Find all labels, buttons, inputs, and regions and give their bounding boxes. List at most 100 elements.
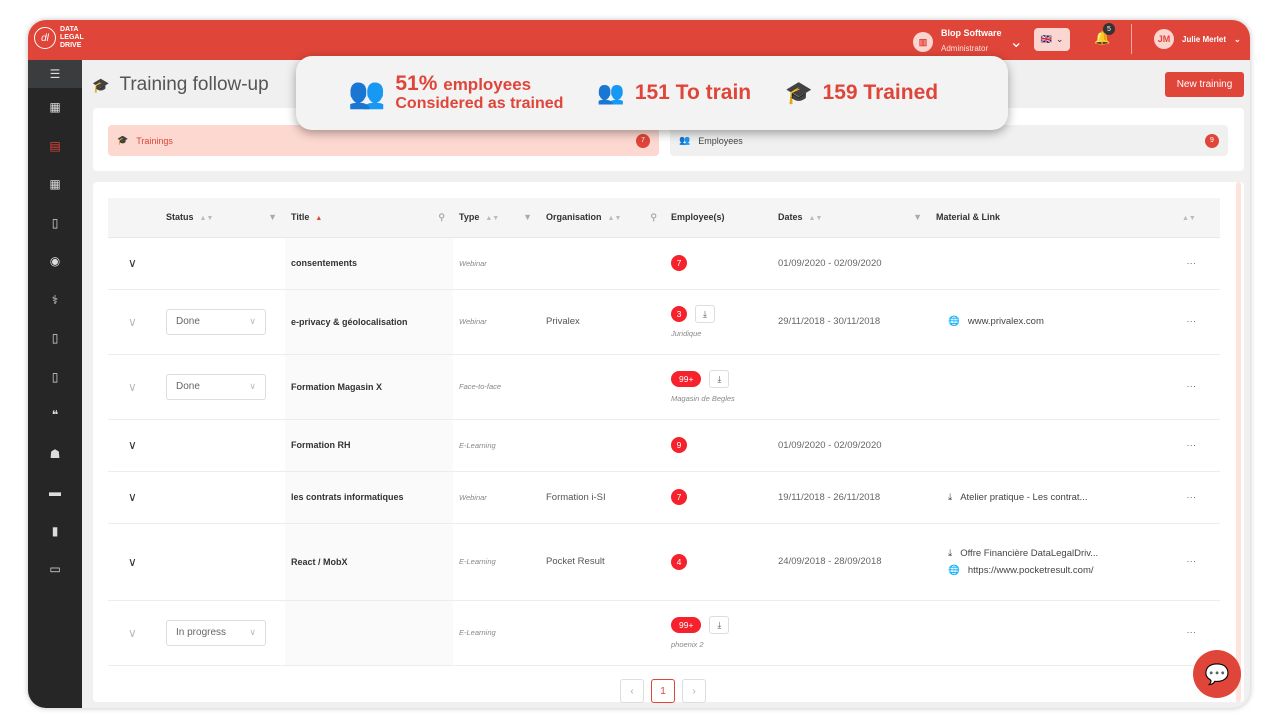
organisation bbox=[540, 354, 665, 420]
download-icon[interactable]: ⤓ bbox=[709, 370, 730, 388]
building-icon: ▥ bbox=[913, 32, 933, 52]
table-row: ∨ React / MobX E-Learning Pocket Result … bbox=[108, 523, 1220, 601]
column-header-status[interactable]: Status ▲▼ ▼ bbox=[160, 198, 285, 238]
tab-count: 7 bbox=[636, 133, 650, 148]
sidebar-document-icon[interactable]: ▯ bbox=[28, 319, 82, 358]
material-link[interactable]: 🌐 www.privalex.com bbox=[948, 316, 1164, 327]
organisation bbox=[540, 600, 665, 666]
status-select[interactable]: Done ∨ bbox=[166, 308, 266, 335]
users-group-icon: 👥 bbox=[348, 76, 386, 110]
percent-label: employees bbox=[443, 75, 532, 94]
download-icon: ⤓ bbox=[948, 547, 953, 559]
company-switcher[interactable]: ▥ Blop Software Administrator ⌄ bbox=[913, 28, 1023, 56]
next-page-button[interactable]: › bbox=[682, 679, 706, 703]
more-actions-icon[interactable]: ··· bbox=[1170, 419, 1220, 472]
sidebar-clipboard-icon[interactable]: ▮ bbox=[28, 512, 82, 551]
chevron-down-icon: ⌄ bbox=[1009, 34, 1023, 51]
training-dates: 29/11/2018 - 30/11/2018 bbox=[772, 289, 930, 355]
employee-count-badge[interactable]: 7 bbox=[671, 489, 687, 505]
search-icon[interactable]: ⚲ bbox=[650, 212, 657, 223]
download-icon[interactable]: ⤓ bbox=[709, 616, 730, 634]
notification-count: 5 bbox=[1103, 23, 1115, 35]
search-icon[interactable]: ⚲ bbox=[438, 212, 445, 223]
material-link[interactable]: ⤓ Atelier pratique - Les contrat... bbox=[948, 492, 1164, 503]
sidebar-disc-icon[interactable]: ◉ bbox=[28, 242, 82, 281]
training-title bbox=[285, 600, 453, 666]
column-header-title[interactable]: Title ▲ ⚲ bbox=[285, 198, 453, 238]
employee-count-badge[interactable]: 9 bbox=[671, 437, 687, 453]
sidebar-building-icon[interactable]: ▦ bbox=[28, 88, 82, 127]
employee-count-badge[interactable]: 99+ bbox=[671, 370, 702, 387]
organisation bbox=[540, 419, 665, 472]
user-menu[interactable]: JM Julie Merlet ⌄ bbox=[1154, 29, 1241, 49]
expand-chevron-icon[interactable]: ∨ bbox=[114, 256, 137, 270]
expand-chevron-icon[interactable]: ∨ bbox=[114, 626, 137, 640]
organisation: Privalex bbox=[540, 289, 665, 355]
download-icon[interactable]: ⤓ bbox=[695, 305, 715, 323]
company-role: Administrator bbox=[941, 44, 989, 53]
page-button[interactable]: 1 bbox=[651, 679, 675, 703]
material-link[interactable]: 🌐 https://www.pocketresult.com/ bbox=[948, 565, 1164, 576]
filter-icon[interactable]: ▼ bbox=[268, 212, 277, 222]
sidebar-file-icon[interactable]: ▯ bbox=[28, 204, 82, 243]
employee-group: phoenix 2 bbox=[671, 640, 704, 649]
organisation: Pocket Result bbox=[540, 523, 665, 601]
training-title: React / MobX bbox=[285, 523, 453, 601]
column-header-type[interactable]: Type ▲▼ ▼ bbox=[453, 198, 540, 238]
material-link[interactable]: ⤓ Offre Financière DataLegalDriv... bbox=[948, 548, 1164, 559]
expand-chevron-icon[interactable]: ∨ bbox=[114, 490, 137, 504]
more-actions-icon[interactable]: ··· bbox=[1170, 523, 1220, 601]
scrollbar[interactable] bbox=[1236, 182, 1241, 702]
chevron-down-icon: ∨ bbox=[249, 627, 256, 637]
prev-page-button[interactable]: ‹ bbox=[620, 679, 644, 703]
language-selector[interactable]: 🇬🇧 ⌄ bbox=[1034, 28, 1070, 51]
training-title: consentements bbox=[285, 237, 453, 290]
uk-flag-icon: 🇬🇧 bbox=[1040, 34, 1052, 44]
new-training-button[interactable]: New training bbox=[1165, 72, 1244, 97]
sidebar-stethoscope-icon[interactable]: ⚕ bbox=[28, 281, 82, 320]
logo[interactable]: dl DATA LEGAL DRIVE bbox=[34, 26, 90, 50]
chat-icon[interactable]: 💬 bbox=[1193, 650, 1241, 698]
sidebar-quote-icon[interactable]: ❝ bbox=[28, 396, 82, 435]
expand-chevron-icon[interactable]: ∨ bbox=[114, 315, 137, 329]
column-header-organisation[interactable]: Organisation ▲▼ ⚲ bbox=[540, 198, 665, 238]
employee-count-badge[interactable]: 3 bbox=[671, 305, 687, 322]
sidebar-card-icon[interactable]: ▭ bbox=[28, 550, 82, 589]
sidebar-calendar-icon[interactable]: ▤ bbox=[28, 127, 82, 166]
expand-column-header bbox=[108, 198, 160, 238]
trainings-table-card: Status ▲▼ ▼ Title ▲ ⚲ Type ▲▼ ▼ Organisation ▲▼… bbox=[93, 182, 1244, 703]
column-header-actions[interactable]: ▲▼ bbox=[1170, 198, 1220, 238]
avatar: JM bbox=[1154, 29, 1174, 49]
employee-count-badge[interactable]: 99+ bbox=[671, 616, 702, 633]
user-name: Julie Merlet bbox=[1182, 34, 1227, 44]
users-icon: 👥 bbox=[679, 135, 691, 145]
expand-chevron-icon[interactable]: ∨ bbox=[114, 438, 137, 452]
graduate-icon: 🎓 bbox=[785, 80, 813, 105]
filter-icon[interactable]: ▼ bbox=[913, 212, 922, 222]
users-icon: 👥 bbox=[597, 80, 625, 105]
more-actions-icon[interactable]: ··· bbox=[1170, 471, 1220, 524]
employee-count-badge[interactable]: 7 bbox=[671, 255, 687, 271]
more-actions-icon[interactable]: ··· bbox=[1170, 237, 1220, 290]
status-select[interactable]: Done ∨ bbox=[166, 373, 266, 400]
training-dates: 19/11/2018 - 26/11/2018 bbox=[772, 471, 930, 524]
table-row: ∨ consentements Webinar 7 01/09/2020 - 0… bbox=[108, 237, 1220, 290]
more-actions-icon[interactable]: ··· bbox=[1170, 354, 1220, 420]
status-select[interactable]: In progress ∨ bbox=[166, 619, 266, 646]
sidebar-file-export-icon[interactable]: ▯ bbox=[28, 358, 82, 397]
globe-icon: 🌐 bbox=[948, 564, 960, 576]
employee-count-badge[interactable]: 4 bbox=[671, 553, 687, 570]
sidebar-table-icon[interactable]: ▦ bbox=[28, 165, 82, 204]
table-row: ∨ Formation RH E-Learning 9 01/09/2020 -… bbox=[108, 419, 1220, 472]
expand-chevron-icon[interactable]: ∨ bbox=[114, 380, 137, 394]
sidebar-book-icon[interactable]: ▬ bbox=[28, 473, 82, 512]
expand-chevron-icon[interactable]: ∨ bbox=[114, 555, 137, 569]
column-header-dates[interactable]: Dates ▲▼ ▼ bbox=[772, 198, 930, 238]
chevron-down-icon: ⌄ bbox=[1234, 34, 1241, 44]
training-dates bbox=[772, 600, 930, 666]
filter-icon[interactable]: ▼ bbox=[523, 212, 532, 222]
menu-toggle-icon[interactable]: ☰ bbox=[28, 60, 82, 88]
sidebar-user-secret-icon[interactable]: ☗ bbox=[28, 435, 82, 474]
more-actions-icon[interactable]: ··· bbox=[1170, 289, 1220, 355]
training-type: Webinar bbox=[453, 237, 540, 290]
